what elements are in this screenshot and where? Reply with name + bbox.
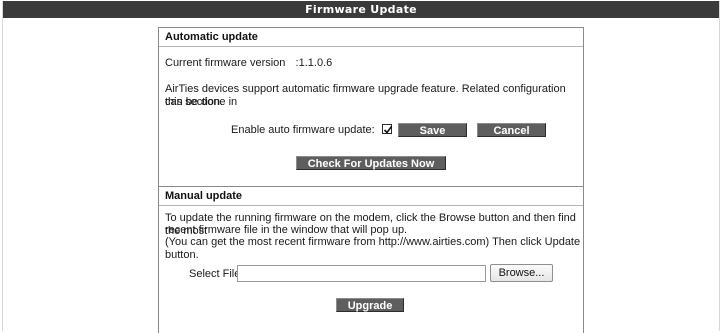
current-firmware-row: Current firmware version :1.1.0.6 [165, 57, 332, 70]
save-button[interactable]: Save [398, 123, 467, 137]
manual-update-panel: Manual update To update the running firm… [158, 186, 584, 333]
page-title: Firmware Update [3, 1, 719, 18]
current-firmware-value: :1.1.0.6 [295, 57, 333, 69]
page-frame: Firmware Update Automatic update Current… [2, 1, 720, 333]
enable-auto-update-label: Enable auto firmware update: [231, 124, 375, 136]
cancel-button[interactable]: Cancel [477, 123, 546, 137]
panel-divider [159, 46, 583, 47]
upgrade-button[interactable]: Upgrade [336, 298, 404, 312]
check-for-updates-button[interactable]: Check For Updates Now [296, 156, 446, 170]
select-file-input[interactable] [237, 265, 486, 282]
browse-button[interactable]: Browse... [490, 264, 553, 282]
panel-divider [159, 205, 583, 206]
auto-update-description-line1: AirTies devices support automatic firmwa… [165, 83, 566, 108]
automatic-update-title: Automatic update [165, 31, 258, 43]
manual-instructions-line3: (You can get the most recent firmware fr… [165, 236, 581, 261]
enable-auto-update-checkbox[interactable] [382, 124, 393, 134]
select-file-label: Select File: [189, 268, 244, 280]
checkmark-icon [383, 126, 393, 134]
current-firmware-label: Current firmware version [165, 57, 286, 69]
auto-update-description-line2: this section. [165, 96, 224, 108]
automatic-update-panel: Automatic update Current firmware versio… [158, 27, 584, 187]
manual-update-title: Manual update [165, 190, 243, 202]
